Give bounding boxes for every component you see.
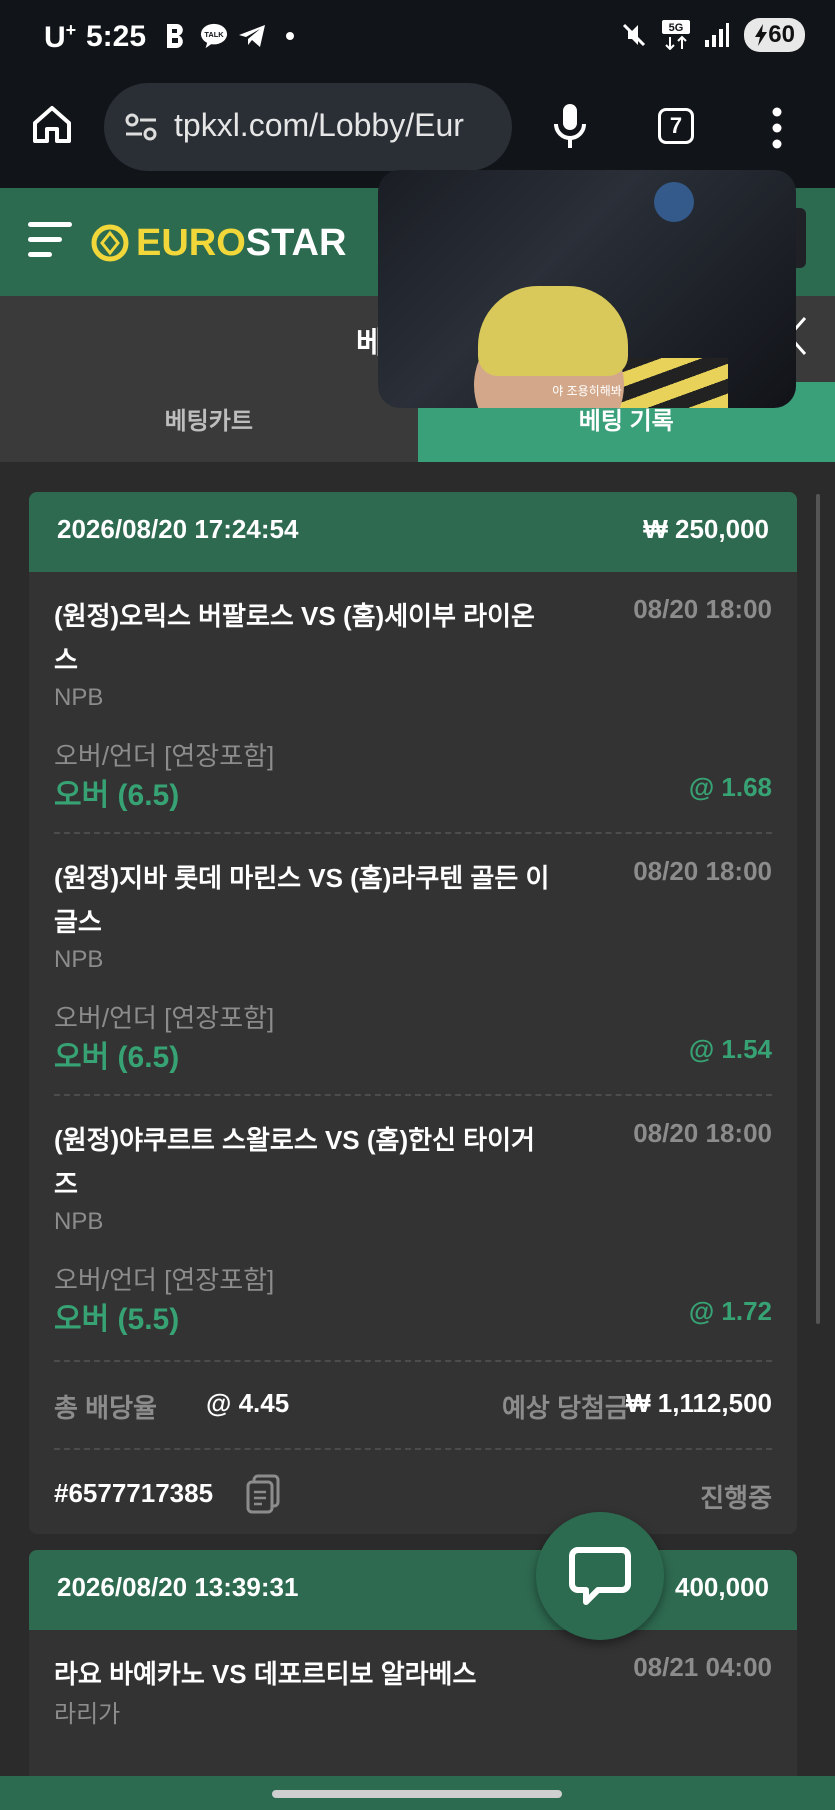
bet-league: NPB [54,946,104,973]
bet-time: 08/20 18:00 [633,1118,772,1148]
bet-time: 08/20 18:00 [633,856,772,886]
bet-slip-card: 2026/08/20 13:39:31 400,000 라요 바예카노 VS 데… [29,1550,797,1790]
bet-summary: 총 배당율 @ 4.45 예상 당첨금 ₩ 1,112,500 [54,1362,772,1450]
dot-icon [276,22,304,50]
bet-slip-datetime: 2026/08/20 13:39:31 [57,1572,299,1602]
mute-icon [623,23,646,47]
bet-match: (원정)지바 롯데 마린스 VS (홈)라쿠텐 골든 이글스 [54,863,550,937]
bet-match: 라요 바예카노 VS 데포르티보 알라베스 [54,1659,477,1689]
bet-pick: 오버 (6.5) [54,1041,180,1074]
chat-bubble-icon [569,1547,631,1605]
ticket-id: #6577717385 [54,1478,214,1508]
bet-slip-card: 2026/08/20 17:24:54 ₩ 250,000 (원정)오릭스 버팔… [29,492,797,1534]
b-app-icon [162,22,190,50]
network-5g-icon: 5G [662,20,691,50]
kakaotalk-icon: TALK [200,22,228,50]
logo-mark-icon [91,224,129,262]
bet-slip-datetime: 2026/08/20 17:24:54 [57,514,299,544]
video-subtitle: 야 조용히해봐 [552,384,622,398]
bet-item: (원정)지바 롯데 마린스 VS (홈)라쿠텐 골든 이글스 08/20 18:… [54,834,772,1096]
clock: 5:25 [86,20,147,53]
notification-icons: TALK [162,22,304,50]
bet-pick: 오버 (6.5) [54,779,180,812]
more-vert-icon [772,107,782,149]
home-icon [33,106,71,143]
expected-payout-label: 예상 당첨금 [502,1393,629,1423]
browser-menu-button[interactable] [770,106,784,150]
tab-bet-cart[interactable]: 베팅카트 [0,382,418,462]
bet-odds: @ 1.72 [688,1296,772,1326]
video-person-cap [478,286,628,376]
carrier-label: U+ [44,20,77,54]
voice-search-button[interactable] [550,102,590,150]
home-button[interactable] [30,102,74,146]
copy-icon[interactable] [246,1474,280,1514]
bet-item: 라요 바예카노 VS 데포르티보 알라베스 08/21 04:00 라리가 [54,1630,772,1780]
site-settings-icon[interactable] [124,111,158,143]
bet-league: 라리가 [54,1701,121,1728]
bet-slip-amount: ₩ 250,000 [643,514,769,544]
video-light [654,182,694,222]
picture-in-picture-video[interactable]: 야 조용히해봐 [378,170,796,408]
total-odds-value: @ 4.45 [206,1388,290,1418]
system-icons: 5G 60 [620,18,805,52]
system-nav-bar [0,1776,835,1810]
status-bar: U+ 5:25 TALK 5G 60 [0,0,835,80]
telegram-icon [238,22,266,50]
tab-switcher-button[interactable]: 7 [658,108,694,144]
bet-odds: @ 1.54 [688,1034,772,1064]
bet-league: NPB [54,1208,104,1235]
bet-time: 08/20 18:00 [633,594,772,624]
bet-time: 08/21 04:00 [633,1652,772,1682]
logo-star: STAR [245,221,347,264]
hamburger-icon [28,222,72,257]
bet-slip-amount: 400,000 [675,1572,769,1602]
bet-item: (원정)야쿠르트 스왈로스 VS (홈)한신 타이거즈 08/20 18:00 … [54,1096,772,1362]
total-odds-label: 총 배당율 [54,1393,157,1423]
bet-match: (원정)야쿠르트 스왈로스 VS (홈)한신 타이거즈 [54,1125,535,1199]
bet-market: 오버/언더 [연장포함] [54,1265,275,1295]
charging-bolt-icon [755,24,768,46]
bet-pick: 오버 (5.5) [54,1303,180,1336]
bet-market: 오버/언더 [연장포함] [54,741,275,771]
eurostar-logo[interactable]: EUROSTAR [90,220,346,266]
bet-market: 오버/언더 [연장포함] [54,1003,275,1033]
bet-slip-header: 2026/08/20 13:39:31 400,000 [29,1550,797,1630]
svg-text:5G: 5G [669,22,684,34]
url-text[interactable]: tpkxl.com/Lobby/Eur [174,107,504,144]
logo-euro: EURO [136,221,246,264]
microphone-icon [554,104,586,148]
address-bar[interactable]: tpkxl.com/Lobby/Eur [104,83,512,171]
bet-status: 진행중 [700,1483,772,1513]
bet-item: (원정)오릭스 버팔로스 VS (홈)세이부 라이온스 08/20 18:00 … [54,572,772,834]
bet-league: NPB [54,684,104,711]
svg-text:TALK: TALK [204,30,224,39]
bet-slip-header: 2026/08/20 17:24:54 ₩ 250,000 [29,492,797,572]
menu-button[interactable] [28,218,74,262]
bet-odds: @ 1.68 [688,772,772,802]
bet-slip-footer: #6577717385 진행중 [54,1450,772,1534]
chat-button[interactable] [536,1512,664,1640]
bet-match: (원정)오릭스 버팔로스 VS (홈)세이부 라이온스 [54,601,535,675]
expected-payout-value: ₩ 1,112,500 [626,1388,772,1418]
scrollbar[interactable] [816,494,820,1324]
signal-icon [705,23,730,47]
home-gesture-handle[interactable] [272,1790,562,1798]
battery-indicator: 60 [744,18,805,52]
